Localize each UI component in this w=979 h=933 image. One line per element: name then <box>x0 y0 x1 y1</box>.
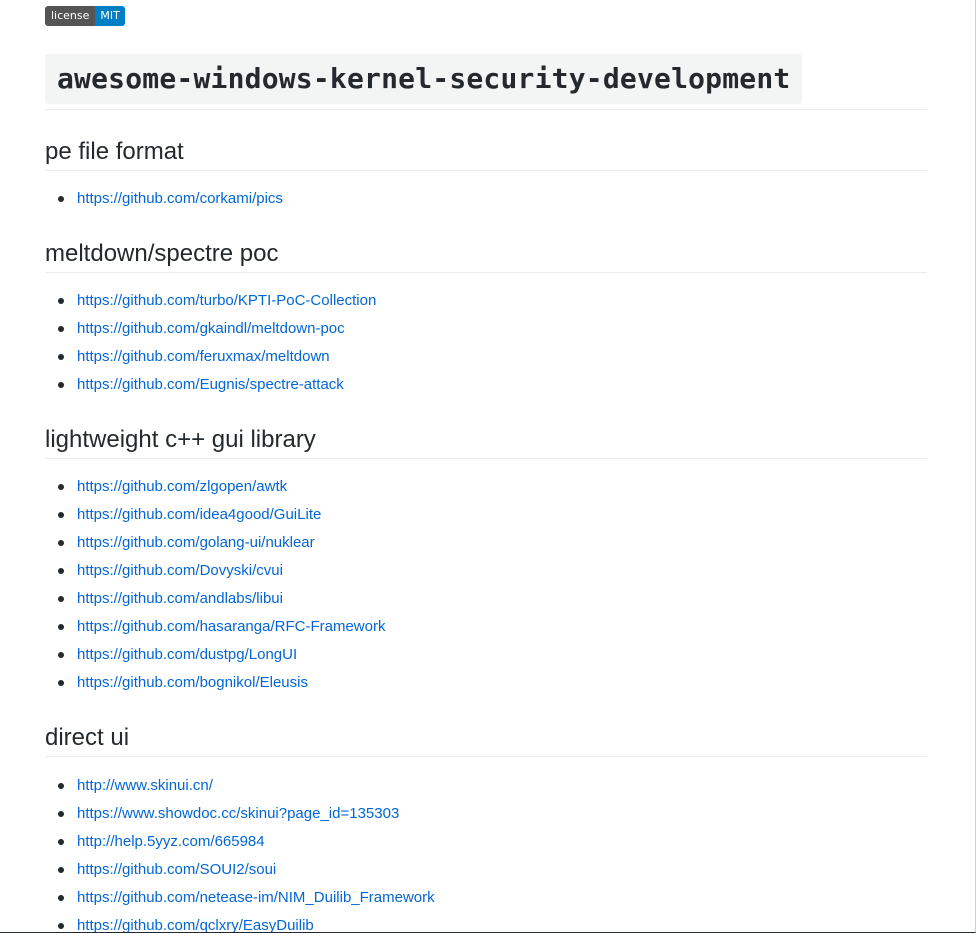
link[interactable]: https://github.com/netease-im/NIM_Duilib… <box>77 889 435 906</box>
link[interactable]: https://github.com/dustpg/LongUI <box>77 646 297 663</box>
section-heading: meltdown/spectre poc <box>45 236 927 273</box>
section-heading: direct ui <box>45 720 927 757</box>
page-title: awesome-windows-kernel-security-developm… <box>45 54 803 104</box>
link[interactable]: http://www.skinui.cn/ <box>77 777 213 794</box>
link[interactable]: https://github.com/gkaindl/meltdown-poc <box>77 320 345 337</box>
license-badge-label: license <box>45 6 96 26</box>
link-list: http://www.skinui.cn/ https://www.showdo… <box>45 772 927 932</box>
link[interactable]: https://github.com/feruxmax/meltdown <box>77 348 330 365</box>
list-item: http://www.skinui.cn/ <box>45 772 927 800</box>
link-list: https://github.com/corkami/pics <box>45 185 927 213</box>
section-meltdown-spectre-poc: meltdown/spectre poc https://github.com/… <box>45 236 927 399</box>
section-heading: pe file format <box>45 134 927 171</box>
link[interactable]: https://github.com/golang-ui/nuklear <box>77 534 315 551</box>
link[interactable]: https://github.com/Eugnis/spectre-attack <box>77 376 344 393</box>
list-item: https://github.com/Dovyski/cvui <box>45 557 927 585</box>
page-title-block: awesome-windows-kernel-security-developm… <box>45 54 927 110</box>
list-item: https://github.com/golang-ui/nuklear <box>45 529 927 557</box>
section-pe-file-format: pe file format https://github.com/corkam… <box>45 134 927 213</box>
list-item: https://github.com/bognikol/Eleusis <box>45 669 927 697</box>
link[interactable]: https://github.com/SOUI2/soui <box>77 861 276 878</box>
link[interactable]: https://github.com/turbo/KPTI-PoC-Collec… <box>77 292 376 309</box>
list-item: https://github.com/feruxmax/meltdown <box>45 343 927 371</box>
list-item: https://github.com/dustpg/LongUI <box>45 641 927 669</box>
list-item: https://github.com/qclxry/EasyDuilib <box>45 912 927 932</box>
section-lightweight-cpp-gui-library: lightweight c++ gui library https://gith… <box>45 422 927 697</box>
list-item: https://github.com/SOUI2/soui <box>45 856 927 884</box>
section-direct-ui: direct ui http://www.skinui.cn/ https://… <box>45 720 927 932</box>
list-item: https://github.com/netease-im/NIM_Duilib… <box>45 884 927 912</box>
list-item: https://github.com/andlabs/libui <box>45 585 927 613</box>
link[interactable]: http://help.5yyz.com/665984 <box>77 833 265 850</box>
link[interactable]: https://github.com/hasaranga/RFC-Framewo… <box>77 618 385 635</box>
link-list: https://github.com/zlgopen/awtk https://… <box>45 473 927 697</box>
link[interactable]: https://www.showdoc.cc/skinui?page_id=13… <box>77 805 399 822</box>
list-item: https://github.com/idea4good/GuiLite <box>45 501 927 529</box>
link[interactable]: https://github.com/Dovyski/cvui <box>77 562 283 579</box>
list-item: https://github.com/gkaindl/meltdown-poc <box>45 315 927 343</box>
list-item: https://github.com/turbo/KPTI-PoC-Collec… <box>45 287 927 315</box>
link[interactable]: https://github.com/corkami/pics <box>77 190 283 207</box>
section-heading: lightweight c++ gui library <box>45 422 927 459</box>
list-item: http://help.5yyz.com/665984 <box>45 828 927 856</box>
list-item: https://github.com/zlgopen/awtk <box>45 473 927 501</box>
link[interactable]: https://github.com/andlabs/libui <box>77 590 283 607</box>
list-item: https://github.com/Eugnis/spectre-attack <box>45 371 927 399</box>
list-item: https://github.com/corkami/pics <box>45 185 927 213</box>
list-item: https://www.showdoc.cc/skinui?page_id=13… <box>45 800 927 828</box>
link[interactable]: https://github.com/bognikol/Eleusis <box>77 674 308 691</box>
link[interactable]: https://github.com/zlgopen/awtk <box>77 478 287 495</box>
link[interactable]: https://github.com/idea4good/GuiLite <box>77 506 321 523</box>
link[interactable]: https://github.com/qclxry/EasyDuilib <box>77 917 314 932</box>
list-item: https://github.com/hasaranga/RFC-Framewo… <box>45 613 927 641</box>
readme-page: license MIT awesome-windows-kernel-secur… <box>0 0 976 933</box>
link-list: https://github.com/turbo/KPTI-PoC-Collec… <box>45 287 927 399</box>
license-badge-value: MIT <box>95 6 125 26</box>
license-badge[interactable]: license MIT <box>45 6 125 26</box>
